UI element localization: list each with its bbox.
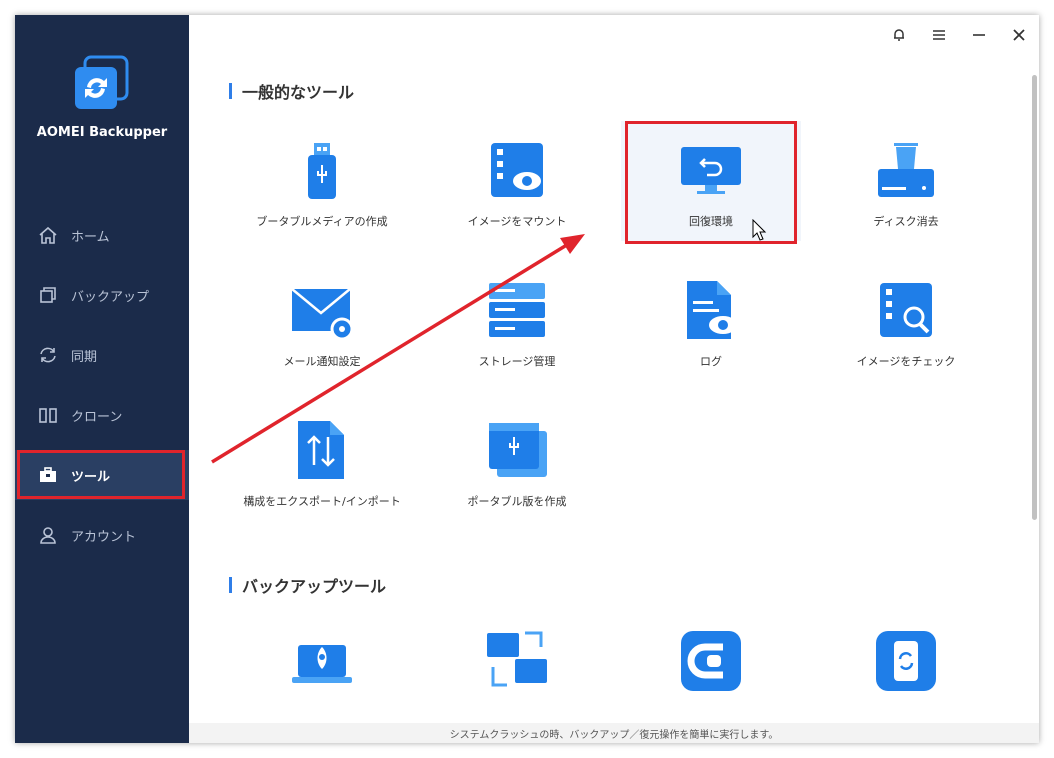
sidebar-item-label: 同期 (71, 349, 98, 365)
sidebar-item-backup[interactable]: バックアップ (15, 270, 189, 320)
tool-backup-1[interactable] (232, 611, 412, 731)
tool-storage-management[interactable]: ストレージ管理 (427, 261, 607, 381)
sidebar-item-home[interactable]: ホーム (15, 210, 189, 260)
section-title-general: 一般的なツール (229, 79, 354, 103)
portable-window-icon (485, 419, 549, 483)
tool-mount-image[interactable]: イメージをマウント (427, 121, 607, 241)
image-view-icon (485, 139, 549, 203)
app-window: AOMEI Backupper ホーム バックアップ 同期 クローン ツール ア… (15, 15, 1039, 743)
tool-disk-wipe[interactable]: ディスク消去 (816, 121, 996, 241)
sidebar-item-label: アカウント (71, 529, 137, 545)
storage-stack-icon (485, 279, 549, 343)
recovery-highlight-box (625, 121, 797, 244)
sync-icon (37, 344, 59, 366)
backup-icon (37, 284, 59, 306)
laptop-rocket-icon (290, 629, 354, 693)
vertical-scrollbar[interactable] (1032, 75, 1037, 520)
aomei-logo-icon (71, 55, 131, 115)
sidebar-item-label: ホーム (71, 229, 110, 245)
main-content: 一般的なツール ブータブルメディアの作成 イメージをマウント 回復環境 ディスク… (189, 15, 1039, 743)
app-name: AOMEI Backupper (36, 125, 168, 140)
home-icon (37, 224, 59, 246)
sidebar: AOMEI Backupper ホーム バックアップ 同期 クローン ツール ア… (15, 15, 189, 743)
title-controls (879, 23, 1039, 47)
pc-transfer-icon (485, 629, 549, 693)
tool-export-import-config[interactable]: 構成をエクスポート/インポート (232, 401, 412, 521)
usb-drive-icon (290, 139, 354, 203)
sidebar-item-account[interactable]: アカウント (15, 510, 189, 560)
tool-mail-settings[interactable]: メール通知設定 (232, 261, 412, 381)
tool-log[interactable]: ログ (621, 261, 801, 381)
user-icon (37, 524, 59, 546)
status-bar: システムクラッシュの時、バックアップ／復元操作を簡単に実行します。 (189, 723, 1039, 743)
minimize-icon[interactable] (959, 23, 999, 47)
sidebar-item-sync[interactable]: 同期 (15, 330, 189, 380)
section-title-backup-tools: バックアップツール (229, 573, 386, 597)
sidebar-item-clone[interactable]: クローン (15, 390, 189, 440)
bell-icon[interactable] (879, 23, 919, 47)
tools-highlight-box (17, 450, 185, 499)
tool-check-image[interactable]: イメージをチェック (816, 261, 996, 381)
sidebar-item-label: クローン (71, 409, 123, 425)
mouse-cursor-icon (752, 219, 767, 241)
cbackup-logo-icon (679, 629, 743, 693)
tool-backup-2[interactable] (427, 611, 607, 731)
phone-sync-icon (874, 629, 938, 693)
export-import-icon (290, 419, 354, 483)
sidebar-item-label: バックアップ (71, 289, 150, 305)
image-search-icon (874, 279, 938, 343)
tool-bootable-media[interactable]: ブータブルメディアの作成 (232, 121, 412, 241)
log-document-icon (679, 279, 743, 343)
mail-gear-icon (290, 279, 354, 343)
menu-icon[interactable] (919, 23, 959, 47)
clone-icon (37, 404, 59, 426)
tool-backup-3[interactable] (621, 611, 801, 731)
tool-backup-4[interactable] (816, 611, 996, 731)
disk-trash-icon (874, 139, 938, 203)
tool-portable-version[interactable]: ポータブル版を作成 (427, 401, 607, 521)
close-icon[interactable] (999, 23, 1039, 47)
